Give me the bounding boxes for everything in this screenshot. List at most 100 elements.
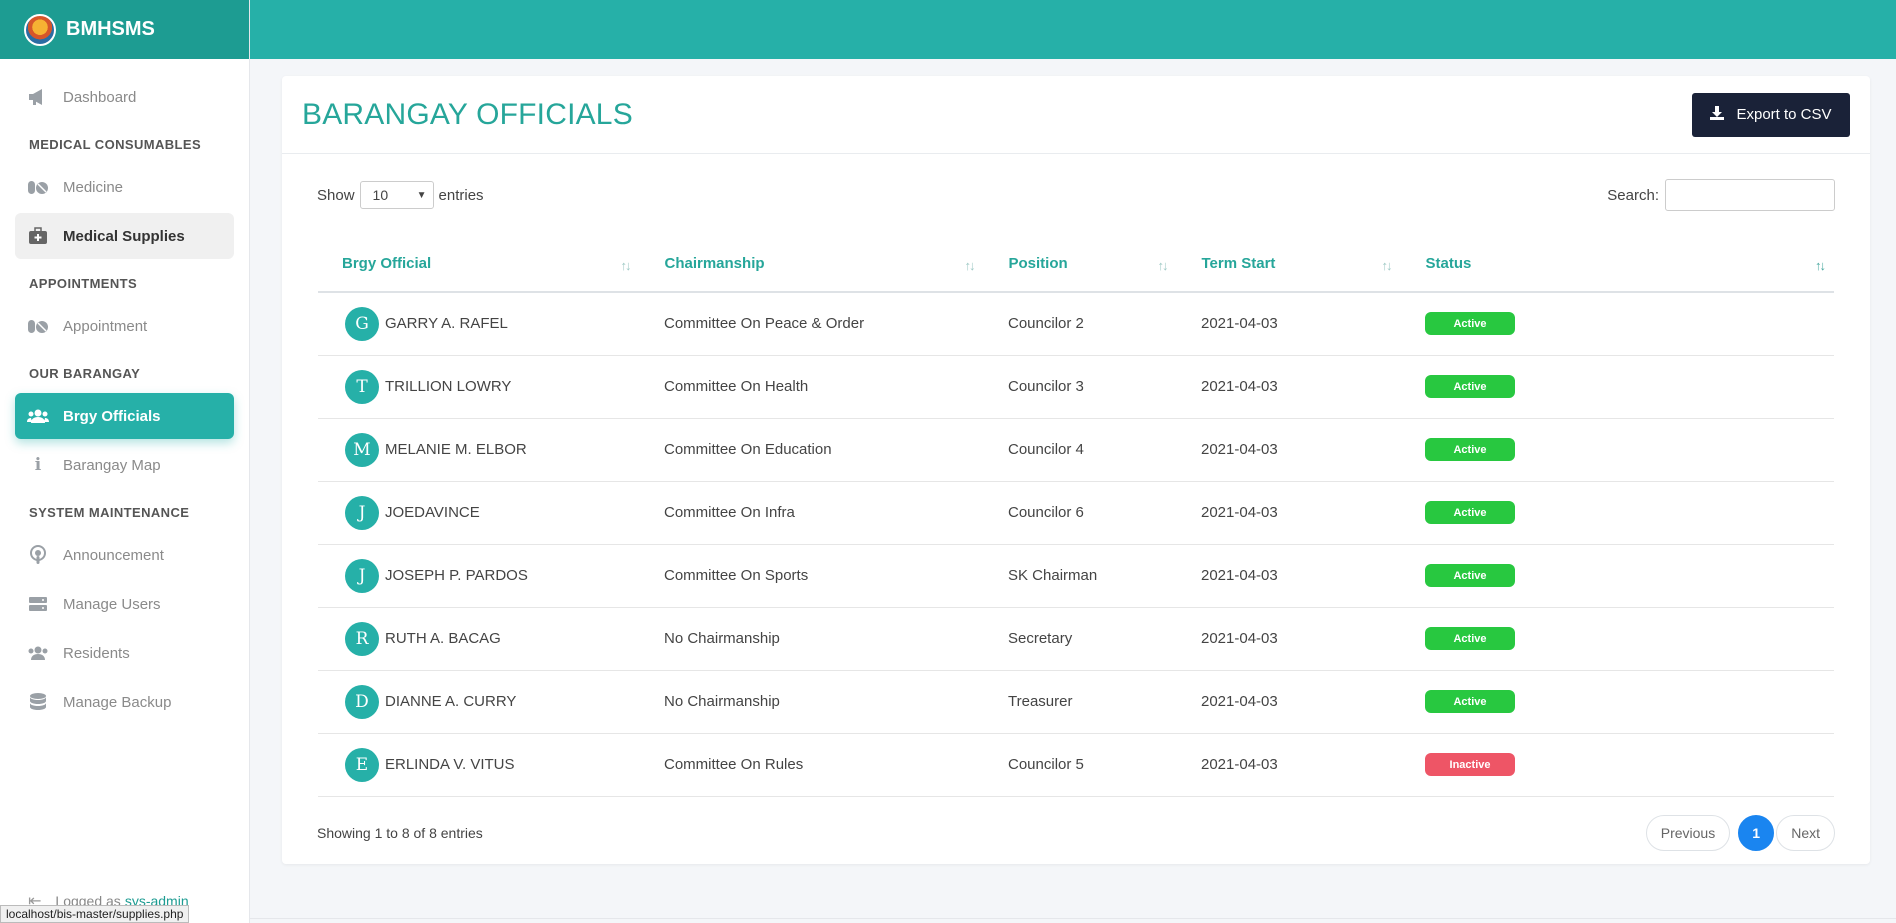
page-title: BARANGAY OFFICIALS bbox=[302, 97, 633, 131]
search-control: Search: bbox=[1607, 179, 1835, 211]
show-label: Show bbox=[317, 186, 355, 204]
section-header-our-barangay: OUR BARANGAY bbox=[29, 366, 141, 381]
search-input[interactable] bbox=[1665, 179, 1835, 211]
cell-position: Treasurer bbox=[984, 670, 1177, 734]
sort-icon: ↑↓ bbox=[1157, 258, 1169, 273]
cell-position: Secretary bbox=[984, 607, 1177, 671]
status-badge: Active bbox=[1425, 627, 1515, 650]
sort-icon: ↑↓ bbox=[1381, 258, 1393, 273]
table-row: J JOEDAVINCE Committee On Infra Councilor 6… bbox=[318, 481, 1834, 545]
cell-position: Councilor 6 bbox=[984, 481, 1177, 545]
table-row: T TRILLION LOWRY Committee On Health Counci… bbox=[318, 355, 1834, 419]
official-name: DIANNE A. CURRY bbox=[385, 693, 517, 710]
sort-icon: ↑↓ bbox=[1815, 258, 1826, 273]
cell-official: E ERLINDA V. VITUS bbox=[318, 733, 640, 797]
cell-term-start: 2021-04-03 bbox=[1177, 292, 1401, 356]
database-icon bbox=[27, 691, 49, 713]
page-1-button[interactable]: 1 bbox=[1738, 814, 1775, 851]
browser-status-url: localhost/bis-master/supplies.php bbox=[0, 905, 190, 923]
column-term-start[interactable]: Term Start ↑↓ bbox=[1176, 236, 1401, 293]
cell-status: Active bbox=[1401, 481, 1834, 545]
brand[interactable]: BMHSMS bbox=[0, 0, 249, 59]
cell-status: Active bbox=[1401, 607, 1834, 671]
pills-icon bbox=[27, 176, 49, 198]
export-csv-button[interactable]: Export to CSV bbox=[1692, 92, 1850, 137]
cell-position: Councilor 2 bbox=[984, 292, 1177, 356]
table-controls: Show 10 ▼ entries Search: bbox=[282, 154, 1870, 216]
status-badge: Active bbox=[1425, 312, 1515, 336]
sort-icon: ↑↓ bbox=[964, 258, 976, 273]
column-brgy-official[interactable]: Brgy Official ↑↓ bbox=[318, 236, 640, 293]
official-name: JOSEPH P. PARDOS bbox=[385, 567, 528, 584]
cell-term-start: 2021-04-03 bbox=[1177, 544, 1401, 608]
cell-status: Active bbox=[1401, 544, 1834, 608]
sidebar-item-label: Announcement bbox=[63, 546, 164, 564]
cell-chairmanship: No Chairmanship bbox=[640, 607, 984, 671]
card-header: BARANGAY OFFICIALS Export to CSV bbox=[282, 76, 1870, 154]
official-name: TRILLION LOWRY bbox=[385, 378, 512, 395]
table-row: M MELANIE M. ELBOR Committee On Education C… bbox=[318, 418, 1834, 482]
download-icon bbox=[1710, 105, 1725, 124]
column-status[interactable]: Status ↑↓ bbox=[1400, 236, 1834, 293]
table-row: E ERLINDA V. VITUS Committee On Rules Counc… bbox=[318, 733, 1834, 797]
avatar: D bbox=[345, 684, 379, 719]
column-position[interactable]: Position ↑↓ bbox=[983, 236, 1177, 293]
table-header-row: Brgy Official ↑↓ Chairmanship ↑↓ Position ↑… bbox=[318, 236, 1834, 293]
cell-official: J JOEDAVINCE bbox=[318, 481, 640, 545]
next-page-button[interactable]: Next bbox=[1776, 814, 1835, 851]
sidebar-item-manage-backup[interactable]: Manage Backup bbox=[15, 679, 234, 725]
table-footer: Showing 1 to 8 of 8 entries Previous 1 N… bbox=[282, 797, 1870, 851]
sidebar-item-appointment[interactable]: Appointment bbox=[15, 303, 234, 349]
official-name: GARRY A. RAFEL bbox=[385, 315, 508, 333]
entries-label: entries bbox=[438, 186, 484, 204]
table-row: G GARRY A. RAFEL Committee On Peace & Orde… bbox=[318, 292, 1834, 356]
avatar: T bbox=[345, 369, 379, 404]
sidebar-item-manage-users[interactable]: Manage Users bbox=[15, 581, 234, 627]
cell-term-start: 2021-04-03 bbox=[1177, 733, 1401, 797]
column-chairmanship[interactable]: Chairmanship ↑↓ bbox=[639, 236, 984, 293]
sidebar-item-announcement[interactable]: Announcement bbox=[15, 532, 234, 578]
table-row: J JOSEPH P. PARDOS Committee On Sports SK C… bbox=[318, 544, 1834, 608]
cell-official: R RUTH A. BACAG bbox=[318, 607, 640, 671]
sidebar-item-dashboard[interactable]: Dashboard bbox=[15, 74, 234, 120]
server-icon bbox=[27, 593, 49, 615]
cell-status: Inactive bbox=[1401, 733, 1834, 797]
status-badge: Active bbox=[1425, 501, 1515, 524]
cell-official: T TRILLION LOWRY bbox=[318, 355, 640, 419]
sidebar: BMHSMS Dashboard MEDICAL CONSUMABLES Med… bbox=[0, 0, 250, 923]
official-name: MELANIE M. ELBOR bbox=[385, 441, 527, 458]
entries-select[interactable]: 10 ▼ bbox=[359, 181, 434, 209]
section-header-appointments: APPOINTMENTS bbox=[29, 276, 138, 291]
sidebar-item-medicine[interactable]: Medicine bbox=[15, 164, 234, 210]
cell-term-start: 2021-04-03 bbox=[1177, 670, 1401, 734]
official-name: JOEDAVINCE bbox=[385, 504, 480, 521]
status-badge: Inactive bbox=[1425, 753, 1515, 776]
sidebar-item-brgy-officials[interactable]: Brgy Officials bbox=[15, 393, 234, 439]
officials-card: BARANGAY OFFICIALS Export to CSV Show 10… bbox=[282, 76, 1870, 864]
cell-chairmanship: Committee On Education bbox=[640, 418, 984, 482]
sidebar-item-label: Manage Users bbox=[63, 595, 161, 613]
sidebar-item-label: Medical Supplies bbox=[63, 227, 185, 245]
avatar: G bbox=[345, 306, 379, 341]
cell-position: Councilor 3 bbox=[984, 355, 1177, 419]
cell-status: Active bbox=[1401, 292, 1834, 356]
sidebar-item-barangay-map[interactable]: i Barangay Map bbox=[15, 442, 234, 488]
cell-chairmanship: Committee On Infra bbox=[640, 481, 984, 545]
previous-page-button[interactable]: Previous bbox=[1645, 814, 1731, 851]
official-name: RUTH A. BACAG bbox=[385, 630, 501, 647]
cell-position: SK Chairman bbox=[984, 544, 1177, 608]
section-header-medical-consumables: MEDICAL CONSUMABLES bbox=[29, 137, 202, 152]
avatar: M bbox=[345, 432, 379, 467]
sidebar-item-label: Appointment bbox=[63, 317, 148, 335]
sidebar-item-label: Manage Backup bbox=[63, 693, 172, 711]
podcast-icon bbox=[27, 544, 49, 566]
sidebar-item-label: Barangay Map bbox=[63, 456, 161, 474]
cell-term-start: 2021-04-03 bbox=[1177, 481, 1401, 545]
table-row: R RUTH A. BACAG No Chairmanship Secretary 20… bbox=[318, 607, 1834, 671]
pills-icon bbox=[27, 315, 49, 337]
sidebar-item-residents[interactable]: Residents bbox=[15, 630, 234, 676]
cell-term-start: 2021-04-03 bbox=[1177, 418, 1401, 482]
sidebar-nav: Dashboard MEDICAL CONSUMABLES Medicine M… bbox=[0, 59, 249, 725]
sidebar-item-medical-supplies[interactable]: Medical Supplies bbox=[15, 213, 234, 259]
first-aid-kit-icon bbox=[27, 225, 49, 247]
